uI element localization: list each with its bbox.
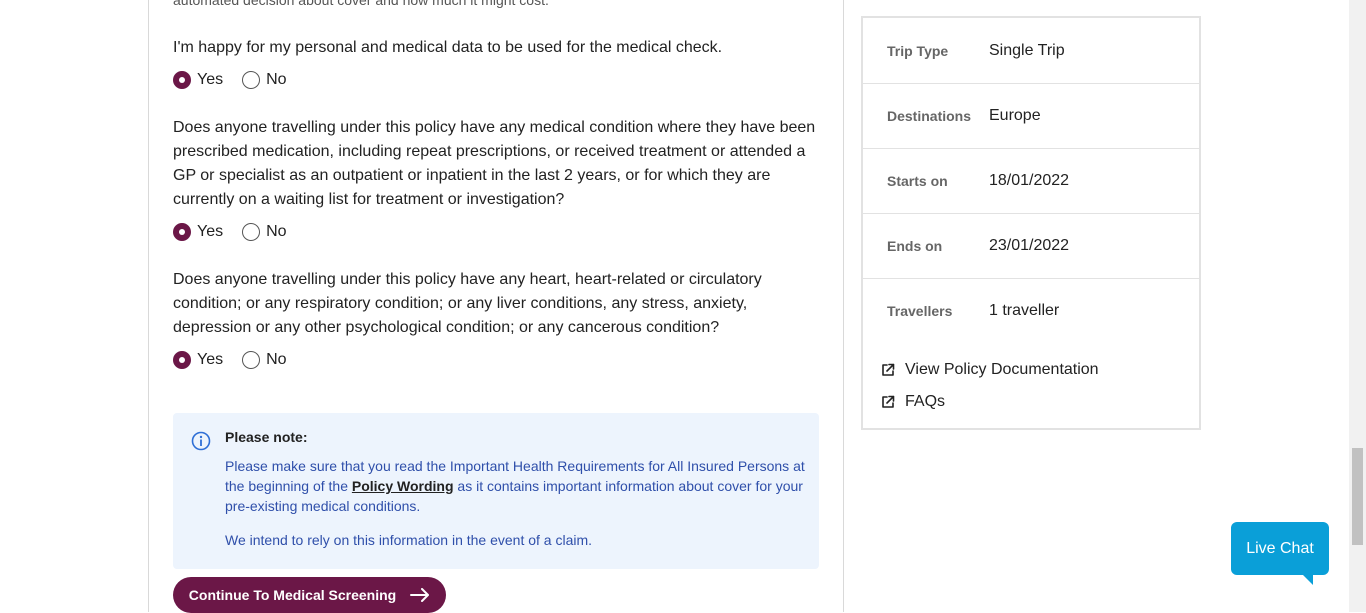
summary-row-ends-on: Ends on 23/01/2022 (863, 213, 1199, 279)
summary-value: Single Trip (989, 41, 1065, 59)
summary-value: 23/01/2022 (989, 236, 1070, 254)
summary-value: 18/01/2022 (989, 171, 1070, 189)
radio-group-data-consent: Yes No (173, 71, 306, 89)
view-policy-documentation-link[interactable]: View Policy Documentation (881, 361, 1099, 379)
continue-button-label: Continue To Medical Screening (188, 587, 397, 603)
live-chat-label: Live Chat (1246, 539, 1314, 557)
summary-label: Travellers (887, 302, 953, 319)
radio-label-yes: Yes (197, 223, 224, 240)
radio-label-no: No (266, 351, 287, 368)
link-label: View Policy Documentation (905, 361, 1099, 378)
radio-group-medical-condition: Yes No (173, 223, 306, 241)
summary-value: Europe (989, 106, 1041, 124)
content-divider-left (148, 0, 149, 612)
note-title: Please note: (225, 429, 308, 445)
note-body: Please make sure that you read the Impor… (225, 456, 810, 516)
question-heart-condition: Does anyone travelling under this policy… (173, 271, 762, 336)
radio-option-no[interactable]: No (242, 223, 287, 241)
summary-label: Ends on (887, 237, 943, 254)
summary-row-starts-on: Starts on 18/01/2022 (863, 148, 1199, 214)
content-divider-middle (843, 0, 844, 612)
page: automated decision about cover and how m… (0, 0, 1349, 613)
radio-button-yes[interactable] (173, 71, 191, 89)
radio-option-yes[interactable]: Yes (173, 351, 223, 369)
external-link-icon (882, 363, 895, 376)
faqs-link[interactable]: FAQs (881, 393, 945, 411)
radio-option-no[interactable]: No (242, 71, 287, 89)
radio-button-no[interactable] (242, 351, 261, 369)
radio-button-yes[interactable] (173, 223, 191, 241)
policy-wording-link[interactable]: Policy Wording (352, 478, 454, 494)
radio-option-yes[interactable]: Yes (173, 71, 223, 89)
radio-label-yes: Yes (197, 71, 224, 88)
vertical-scrollbar[interactable] (1349, 0, 1366, 612)
radio-option-no[interactable]: No (242, 351, 287, 369)
question-data-consent: I'm happy for my personal and medical da… (173, 39, 723, 56)
summary-label: Trip Type (887, 42, 949, 59)
radio-button-no[interactable] (242, 71, 261, 89)
summary-label: Starts on (887, 172, 948, 189)
radio-label-no: No (266, 223, 287, 240)
question-medical-condition: Does anyone travelling under this policy… (173, 119, 816, 208)
radio-button-no[interactable] (242, 223, 261, 241)
summary-row-destinations: Destinations Europe (863, 83, 1199, 149)
chat-bubble-tail (1301, 573, 1313, 585)
summary-row-trip-type: Trip Type Single Trip (863, 18, 1199, 84)
please-note-box: Please note: Please make sure that you r… (173, 413, 819, 569)
radio-label-yes: Yes (197, 351, 224, 368)
link-label: FAQs (905, 393, 946, 410)
continue-to-medical-screening-button[interactable]: Continue To Medical Screening (173, 577, 446, 613)
live-chat-button[interactable]: Live Chat (1231, 522, 1329, 585)
summary-value: 1 traveller (989, 301, 1060, 319)
summary-label: Destinations (887, 107, 972, 124)
external-link-icon (882, 395, 895, 408)
scrollbar-thumb[interactable] (1352, 448, 1363, 545)
summary-row-travellers: Travellers 1 traveller (863, 278, 1199, 343)
arrow-right-icon (410, 588, 430, 602)
radio-group-heart-condition: Yes No (173, 351, 306, 369)
info-icon (191, 431, 211, 451)
radio-option-yes[interactable]: Yes (173, 223, 223, 241)
radio-label-no: No (266, 71, 287, 88)
note-claim-text: We intend to rely on this information in… (225, 532, 593, 548)
cut-off-text: automated decision about cover and how m… (173, 0, 549, 8)
radio-button-yes[interactable] (173, 351, 191, 369)
trip-summary-card: Trip Type Single Trip Destinations Europ… (861, 16, 1201, 430)
